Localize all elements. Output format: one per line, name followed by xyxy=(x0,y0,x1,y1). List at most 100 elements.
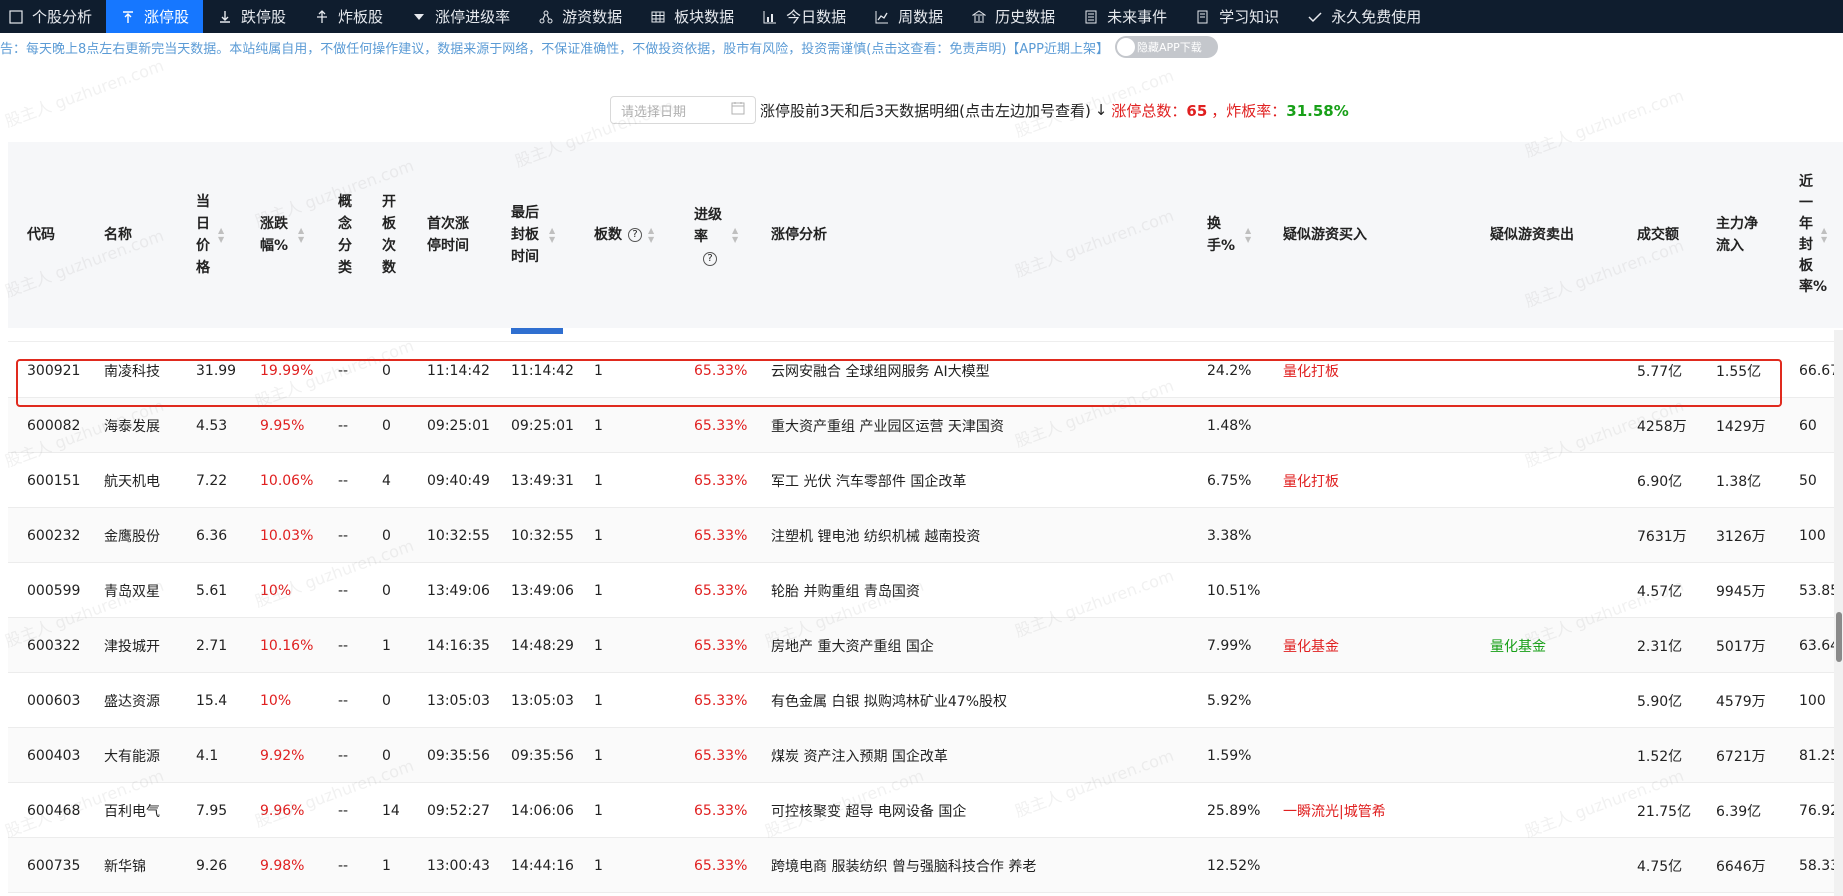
cell-turnover: 7.99% xyxy=(1207,637,1252,654)
network-icon xyxy=(538,9,554,25)
nav-free-forever[interactable]: 永久免费使用 xyxy=(1293,0,1435,33)
col-change[interactable]: 涨跌幅% ▲ ▼ xyxy=(260,142,310,328)
cell-net-inflow: 5017万 xyxy=(1716,638,1766,655)
cell-code[interactable]: 600735 xyxy=(27,838,80,893)
table-row[interactable]: 600735 新华锦 9.26 9.98% -- 1 13:00:43 14:44:16 1 65… xyxy=(8,838,1843,893)
col-open-times[interactable]: 开板次数 xyxy=(382,142,400,328)
sort-icon[interactable]: ▲ ▼ xyxy=(1245,226,1251,244)
cell-analysis: 注塑机 锂电池 纺织机械 越南投资 xyxy=(771,528,981,545)
cell-code[interactable]: 600468 xyxy=(27,783,80,838)
col-promo-rate[interactable]: 进级率? ▲ ▼ xyxy=(694,142,744,328)
help-icon[interactable]: ? xyxy=(703,252,717,266)
table-row[interactable]: 600468 百利电气 7.95 9.96% -- 14 09:52:27 14:06:06 1… xyxy=(8,783,1843,838)
cell-price: 2.71 xyxy=(196,637,228,654)
help-icon[interactable]: ? xyxy=(628,228,642,242)
nav-today-data[interactable]: 今日数据 xyxy=(748,0,860,33)
col-first-time[interactable]: 首次涨停时间 xyxy=(427,142,477,328)
sort-icon[interactable]: ▲ ▼ xyxy=(298,226,304,244)
col-amount[interactable]: 成交额 xyxy=(1637,142,1697,328)
col-price[interactable]: 当日价格 ▲ ▼ xyxy=(196,142,236,328)
cell-name[interactable]: 大有能源 xyxy=(104,728,160,783)
cell-name[interactable]: 新华锦 xyxy=(104,838,146,893)
broken-rate: ，炸板率：31.58% xyxy=(1211,100,1349,121)
col-sell[interactable]: 疑似游资卖出 xyxy=(1490,142,1610,328)
check-icon xyxy=(1307,9,1323,25)
cell-open-times: 14 xyxy=(382,802,400,819)
cell-name[interactable]: 青岛双星 xyxy=(104,563,160,618)
col-label: 换手% xyxy=(1207,216,1236,254)
col-buy[interactable]: 疑似游资买入 xyxy=(1283,142,1403,328)
hide-app-download-toggle[interactable]: 隐藏APP下载 xyxy=(1115,36,1218,58)
cell-name[interactable]: 津投城开 xyxy=(104,618,160,673)
table-row[interactable]: 600151 航天机电 7.22 10.06% -- 4 09:40:49 13:49:31 1… xyxy=(8,453,1843,508)
nav-limit-down[interactable]: 跌停股 xyxy=(203,0,300,33)
nav-label: 涨停股 xyxy=(144,8,190,26)
col-net-inflow[interactable]: 主力净流入 xyxy=(1716,142,1766,328)
nav-stock-analysis[interactable]: 个股分析 xyxy=(0,0,106,33)
date-picker-input[interactable]: 请选择日期 xyxy=(610,96,756,124)
table-row[interactable]: 600322 津投城开 2.71 10.16% -- 1 14:16:35 14:48:29 1… xyxy=(8,618,1843,673)
sort-icon[interactable]: ▲ ▼ xyxy=(648,226,654,244)
cell-boards: 1 xyxy=(594,527,603,544)
col-boards[interactable]: 板数? ▲ ▼ xyxy=(594,142,664,328)
cell-name[interactable]: 金鹰股份 xyxy=(104,508,160,563)
col-analysis[interactable]: 涨停分析 xyxy=(771,142,871,328)
calendar-icon xyxy=(731,101,745,119)
cell-price: 7.95 xyxy=(196,802,228,819)
cell-last-time: 14:44:16 xyxy=(511,857,574,874)
nav-promotion-rate[interactable]: 涨停进级率 xyxy=(397,0,524,33)
nav-broken-board[interactable]: 炸板股 xyxy=(300,0,397,33)
nav-learning[interactable]: 学习知识 xyxy=(1181,0,1293,33)
nav-sector-data[interactable]: 板块数据 xyxy=(636,0,748,33)
nav-hot-money[interactable]: 游资数据 xyxy=(524,0,636,33)
cell-code[interactable]: 600403 xyxy=(27,728,80,783)
nav-week-data[interactable]: 周数据 xyxy=(860,0,957,33)
cell-net-inflow: 1.38亿 xyxy=(1716,473,1762,490)
cell-first-time: 14:16:35 xyxy=(427,637,490,654)
cell-promo-rate: 65.33% xyxy=(694,747,748,764)
cell-price: 4.1 xyxy=(196,747,219,764)
cell-price: 5.61 xyxy=(196,582,228,599)
scrollbar-thumb[interactable] xyxy=(1836,612,1842,662)
table-row[interactable]: 600232 金鹰股份 6.36 10.03% -- 0 10:32:55 10:32:55 1… xyxy=(8,508,1843,563)
col-turnover[interactable]: 换手% ▲ ▼ xyxy=(1207,142,1257,328)
cell-code[interactable]: 000599 xyxy=(27,563,80,618)
nav-future-events[interactable]: 未来事件 xyxy=(1069,0,1181,33)
cell-code[interactable]: 000603 xyxy=(27,673,80,728)
col-name[interactable]: 名称 xyxy=(104,142,164,328)
sort-icon[interactable]: ▲ ▼ xyxy=(732,226,738,244)
cell-price: 9.26 xyxy=(196,857,228,874)
nav-history-data[interactable]: 历史数据 xyxy=(957,0,1069,33)
cell-seal-rate: 60 xyxy=(1799,417,1817,434)
cell-amount: 1.52亿 xyxy=(1637,748,1683,765)
cell-turnover: 5.92% xyxy=(1207,692,1252,709)
sort-icon[interactable]: ▲ ▼ xyxy=(1821,226,1827,244)
nav-label: 历史数据 xyxy=(995,8,1056,26)
table-row[interactable]: 000603 盛达资源 15.4 10% -- 0 13:05:03 13:05:03 1 65.… xyxy=(8,673,1843,728)
nav-label: 今日数据 xyxy=(786,8,847,26)
sort-icon[interactable]: ▲ ▼ xyxy=(549,226,555,244)
cell-code[interactable]: 600232 xyxy=(27,508,80,563)
cell-name[interactable]: 盛达资源 xyxy=(104,673,160,728)
cell-name[interactable]: 航天机电 xyxy=(104,453,160,508)
col-seal-rate[interactable]: 近一年封板率% ▲ ▼ xyxy=(1799,142,1839,328)
nav-limit-up[interactable]: 涨停股 xyxy=(106,0,204,33)
notice-text[interactable]: 告：每天晚上8点左右更新完当天数据。本站纯属自用，不做任何操作建议，数据来源于网… xyxy=(0,38,1109,57)
cell-name[interactable]: 百利电气 xyxy=(104,783,160,838)
sort-icon[interactable]: ▲ ▼ xyxy=(218,226,224,244)
book-icon xyxy=(1195,9,1211,25)
table-row[interactable]: 600403 大有能源 4.1 9.92% -- 0 09:35:56 09:35:56 1 65… xyxy=(8,728,1843,783)
cell-change: 10% xyxy=(260,582,292,599)
col-code[interactable]: 代码 xyxy=(27,142,87,328)
rate-label: ，炸板率： xyxy=(1211,101,1287,120)
bank-icon xyxy=(971,9,987,25)
limit-down-icon xyxy=(217,9,233,25)
cell-code[interactable]: 600151 xyxy=(27,453,80,508)
table-row[interactable]: 000599 青岛双星 5.61 10% -- 0 13:49:06 13:49:06 1 65.… xyxy=(8,563,1843,618)
cell-change: 10% xyxy=(260,692,292,709)
cell-boards: 1 xyxy=(594,582,603,599)
cell-code[interactable]: 600322 xyxy=(27,618,80,673)
cell-net-inflow: 4579万 xyxy=(1716,693,1766,710)
col-last-time[interactable]: 最后封板时间 ▲ ▼ xyxy=(511,142,571,328)
col-concept[interactable]: 概念分类 xyxy=(338,142,356,328)
